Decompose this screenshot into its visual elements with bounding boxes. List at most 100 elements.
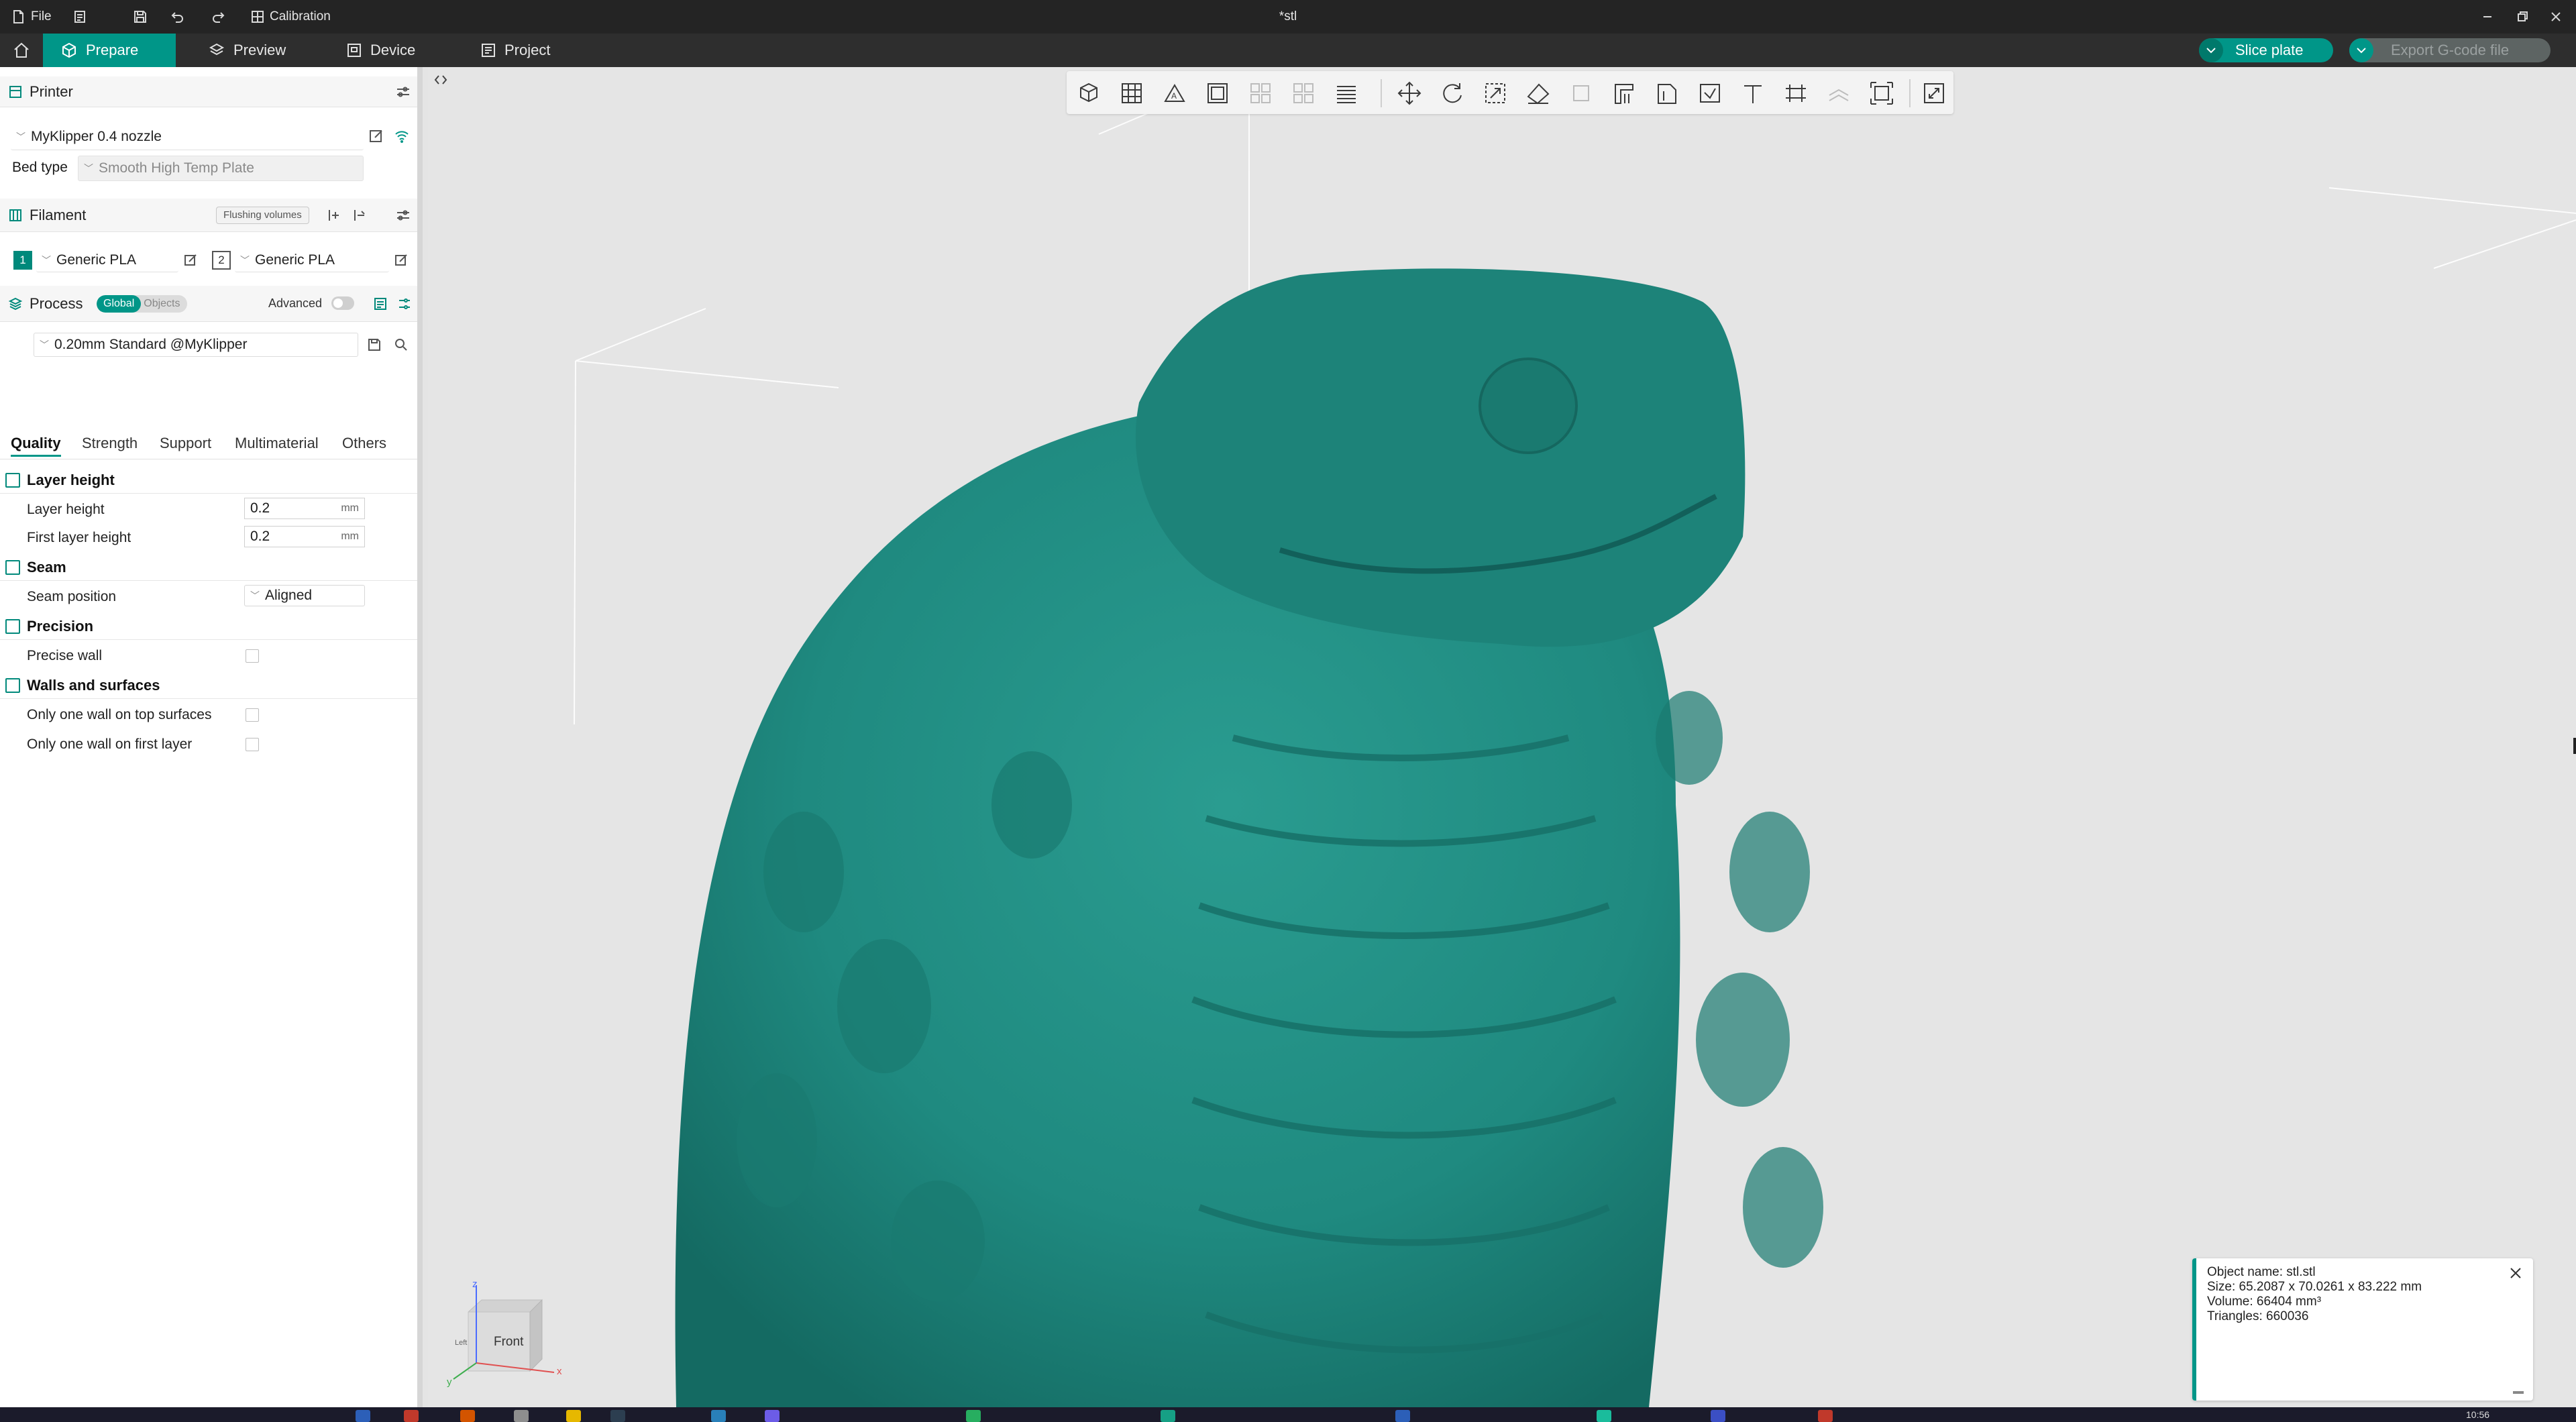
variable-layer-height-tool[interactable] [1331,78,1362,109]
seam-paint-tool[interactable] [1652,78,1682,109]
printer-connection-button[interactable] [392,126,412,146]
edit-filament-1-button[interactable] [181,251,200,270]
process-compare-button[interactable] [372,295,389,313]
slice-plate-button[interactable]: Slice plate [2199,38,2333,62]
tab-prepare[interactable]: Prepare [43,34,176,67]
taskbar-app-icon[interactable] [514,1410,529,1422]
layer-height-unit: mm [341,502,359,514]
calibration-menu[interactable]: Calibration [251,0,331,34]
printer-section-title: Printer [30,83,73,100]
tab-others[interactable]: Others [342,435,386,452]
process-preset-select[interactable]: ﹀ 0.20mm Standard @MyKlipper [34,333,358,357]
split-objects-tool[interactable] [1245,78,1276,109]
search-settings-button[interactable] [392,335,411,354]
filament-settings-button[interactable] [394,207,412,224]
tab-strength[interactable]: Strength [82,435,138,452]
taskbar-app-icon[interactable] [1161,1410,1175,1422]
scope-objects[interactable]: Objects [141,295,186,313]
add-filament-button[interactable] [325,207,343,224]
printer-select[interactable]: ﹀ MyKlipper 0.4 nozzle [11,123,364,150]
color-paint-tool[interactable] [1695,78,1725,109]
assembly-tool[interactable] [1823,78,1854,109]
arrange-all-tool[interactable] [1202,78,1233,109]
taskbar-app-icon[interactable] [1818,1410,1833,1422]
edit-printer-button[interactable] [366,126,386,146]
model-cobra[interactable] [428,67,2576,1407]
process-scope-toggle[interactable]: Global Objects [97,295,187,313]
tab-preview[interactable]: Preview [191,34,303,67]
filament-slot-1-select[interactable]: ﹀ Generic PLA [36,248,178,272]
tab-support[interactable]: Support [160,435,211,452]
taskbar-app-icon[interactable] [404,1410,419,1422]
cube-left-face[interactable]: Left [455,1339,467,1347]
undo-button[interactable] [170,0,185,34]
taskbar-app-icon[interactable] [356,1410,370,1422]
bed-type-select[interactable]: ﹀ Smooth High Temp Plate [78,156,364,181]
text-tool[interactable] [1737,78,1768,109]
filament-slot-1-badge[interactable]: 1 [13,251,32,270]
file-menu[interactable]: File [11,0,52,34]
redo-button[interactable] [211,0,225,34]
auto-orient-tool[interactable]: A [1159,78,1190,109]
taskbar-app-icon[interactable] [765,1410,780,1422]
taskbar-app-icon[interactable] [966,1410,981,1422]
process-settings-button[interactable] [396,295,413,313]
taskbar-app-icon[interactable] [711,1410,726,1422]
support-paint-tool[interactable] [1609,78,1640,109]
cut-tool[interactable] [1566,78,1597,109]
view-orientation-cube[interactable]: Front Left z x y [441,1278,576,1392]
3d-viewport[interactable]: A Front Left z x y [428,67,2576,1407]
one-wall-first-checkbox[interactable] [246,738,259,751]
scale-tool[interactable] [1480,78,1511,109]
scope-global[interactable]: Global [97,295,142,313]
taskbar-app-icon[interactable] [1597,1410,1611,1422]
close-window-button[interactable] [2549,0,2563,34]
tab-quality[interactable]: Quality [11,435,61,457]
advanced-toggle[interactable] [331,296,354,310]
first-layer-height-input[interactable]: 0.2 mm [244,526,365,547]
tab-device[interactable]: Device [329,34,433,67]
close-info-button[interactable] [2508,1265,2524,1281]
remove-filament-button[interactable] [350,207,369,224]
filament-slot-2-select[interactable]: ﹀ Generic PLA [235,248,389,272]
filament-slot-2-badge[interactable]: 2 [212,251,231,270]
add-object-tool[interactable] [1073,78,1104,109]
taskbar-app-icon[interactable] [1395,1410,1410,1422]
tab-multimaterial[interactable]: Multimaterial [235,435,319,452]
measure-tool[interactable] [1780,78,1811,109]
restore-button[interactable] [2516,0,2529,34]
export-options-chevron[interactable] [2349,38,2373,62]
move-tool[interactable] [1394,78,1425,109]
edit-filament-2-button[interactable] [392,251,411,270]
tab-project[interactable]: Project [463,34,568,67]
slice-options-chevron[interactable] [2199,38,2223,62]
assembly-view-tool[interactable] [1919,78,1949,109]
taskbar-app-icon[interactable] [566,1410,581,1422]
one-wall-top-checkbox[interactable] [246,708,259,722]
save-button[interactable] [133,0,148,34]
taskbar-app-icon[interactable] [1711,1410,1725,1422]
printer-settings-button[interactable] [394,85,412,99]
cube-front-face[interactable]: Front [494,1335,523,1350]
taskbar-app-icon[interactable] [610,1410,625,1422]
split-parts-tool[interactable] [1288,78,1319,109]
minimize-button[interactable] [2481,0,2494,34]
group-layer-height-title: Layer height [27,471,115,488]
printer-icon [9,85,21,98]
arrange-grid-tool[interactable] [1116,78,1147,109]
export-gcode-button[interactable]: Export G-code file [2349,38,2551,62]
lay-on-face-tool[interactable] [1523,78,1554,109]
layer-height-input[interactable]: 0.2 mm [244,498,365,519]
minimize-info-icon[interactable] [2513,1391,2524,1394]
flushing-volumes-button[interactable]: Flushing volumes [216,207,309,224]
home-button[interactable] [0,34,43,67]
seam-position-select[interactable]: ﹀ Aligned [244,585,365,606]
precise-wall-checkbox[interactable] [246,649,259,663]
rotate-tool[interactable] [1437,78,1468,109]
notes-button[interactable] [72,0,87,34]
filament-section-title: Filament [30,206,87,223]
save-preset-button[interactable] [365,335,384,354]
taskbar-app-icon[interactable] [460,1410,475,1422]
brim-ears-tool[interactable] [1866,78,1897,109]
filament-icon [9,209,21,221]
